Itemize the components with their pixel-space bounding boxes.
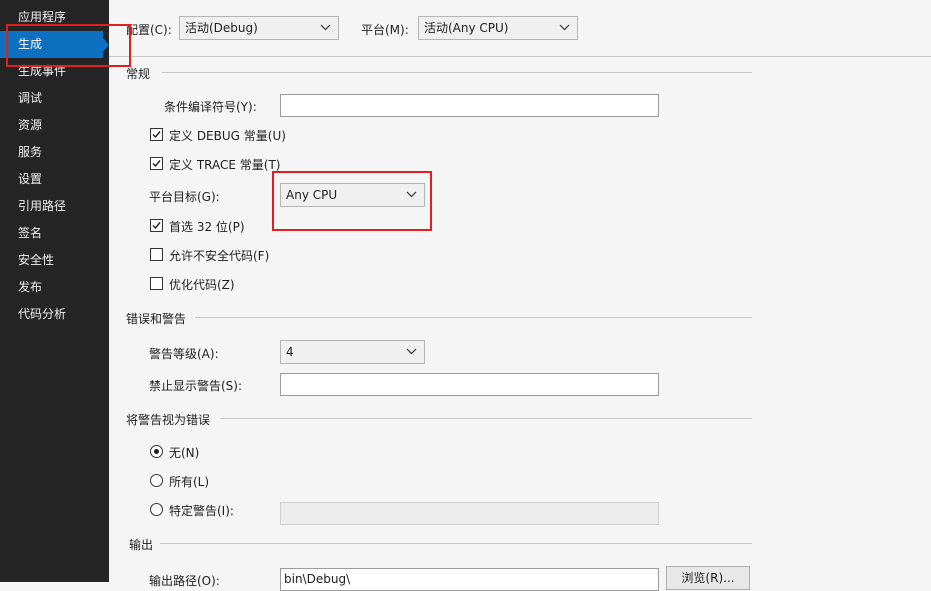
prefer32-checkbox[interactable]	[150, 219, 163, 232]
treat-warnings-none-radio[interactable]	[150, 445, 163, 458]
config-label: 配置(C):	[126, 23, 172, 37]
sidebar-item-debug[interactable]: 调试	[0, 85, 103, 112]
treat-warnings-all-label: 所有(L)	[169, 475, 210, 489]
platform-target-value: Any CPU	[286, 188, 338, 202]
treat-warnings-all-radio[interactable]	[150, 474, 163, 487]
treat-warnings-specific-radio[interactable]	[150, 503, 163, 516]
chevron-down-icon	[406, 348, 417, 355]
warning-level-dropdown[interactable]: 4	[280, 340, 425, 364]
treat-warnings-section-title: 将警告视为错误	[126, 413, 211, 427]
toolbar-divider	[109, 56, 931, 57]
sidebar-item-publish[interactable]: 发布	[0, 274, 103, 301]
sidebar-item-code-analysis[interactable]: 代码分析	[0, 301, 103, 328]
sidebar-item-settings[interactable]: 设置	[0, 166, 103, 193]
sidebar-item-resources[interactable]: 资源	[0, 112, 103, 139]
section-divider	[160, 543, 752, 544]
symbols-label: 条件编译符号(Y):	[164, 100, 257, 114]
check-icon	[152, 222, 161, 230]
warning-level-label: 警告等级(A):	[149, 347, 219, 361]
chevron-down-icon	[559, 24, 570, 31]
chevron-down-icon	[320, 24, 331, 31]
specific-warnings-input[interactable]	[280, 502, 659, 525]
suppress-warnings-label: 禁止显示警告(S):	[149, 379, 243, 393]
warning-level-value: 4	[286, 345, 294, 359]
sidebar-item-application[interactable]: 应用程序	[0, 4, 103, 31]
define-debug-label: 定义 DEBUG 常量(U)	[169, 129, 286, 143]
section-divider	[162, 72, 752, 73]
treat-warnings-specific-label: 特定警告(I):	[169, 504, 234, 518]
config-value: 活动(Debug)	[185, 21, 258, 35]
section-divider	[195, 317, 752, 318]
sidebar-item-build-events[interactable]: 生成事件	[0, 58, 103, 85]
unsafe-code-label: 允许不安全代码(F)	[169, 249, 270, 263]
build-settings-panel: 配置(C): 活动(Debug) 平台(M): 活动(Any CPU) 常规 条…	[109, 0, 931, 591]
output-path-label: 输出路径(O):	[149, 574, 220, 588]
output-path-input[interactable]: bin\Debug\	[280, 568, 659, 591]
define-trace-label: 定义 TRACE 常量(T)	[169, 158, 281, 172]
chevron-down-icon	[406, 191, 417, 198]
sidebar-item-services[interactable]: 服务	[0, 139, 103, 166]
browse-button[interactable]: 浏览(R)...	[666, 566, 750, 590]
sidebar-item-reference-paths[interactable]: 引用路径	[0, 193, 103, 220]
config-dropdown[interactable]: 活动(Debug)	[179, 16, 339, 40]
treat-warnings-none-label: 无(N)	[169, 446, 200, 460]
sidebar-item-security[interactable]: 安全性	[0, 247, 103, 274]
platform-value: 活动(Any CPU)	[424, 21, 509, 35]
check-icon	[152, 131, 161, 139]
check-icon	[152, 160, 161, 168]
platform-label: 平台(M):	[361, 23, 409, 37]
optimize-code-label: 优化代码(Z)	[169, 278, 235, 292]
platform-target-dropdown[interactable]: Any CPU	[280, 183, 425, 207]
suppress-warnings-input[interactable]	[280, 373, 659, 396]
sidebar-item-build[interactable]: 生成	[0, 31, 109, 58]
platform-target-label: 平台目标(G):	[149, 190, 220, 204]
optimize-code-checkbox[interactable]	[150, 277, 163, 290]
sidebar-item-signing[interactable]: 签名	[0, 220, 103, 247]
section-divider	[220, 418, 752, 419]
general-section-title: 常规	[126, 67, 151, 81]
symbols-input[interactable]	[280, 94, 659, 117]
prefer32-label: 首选 32 位(P)	[169, 220, 245, 234]
platform-dropdown[interactable]: 活动(Any CPU)	[418, 16, 578, 40]
sidebar-nav: 应用程序 生成 生成事件 调试 资源 服务 设置 引用路径 签名 安全性 发布 …	[0, 0, 109, 582]
errors-section-title: 错误和警告	[126, 312, 187, 326]
define-debug-checkbox[interactable]	[150, 128, 163, 141]
unsafe-code-checkbox[interactable]	[150, 248, 163, 261]
output-section-title: 输出	[129, 538, 154, 552]
define-trace-checkbox[interactable]	[150, 157, 163, 170]
